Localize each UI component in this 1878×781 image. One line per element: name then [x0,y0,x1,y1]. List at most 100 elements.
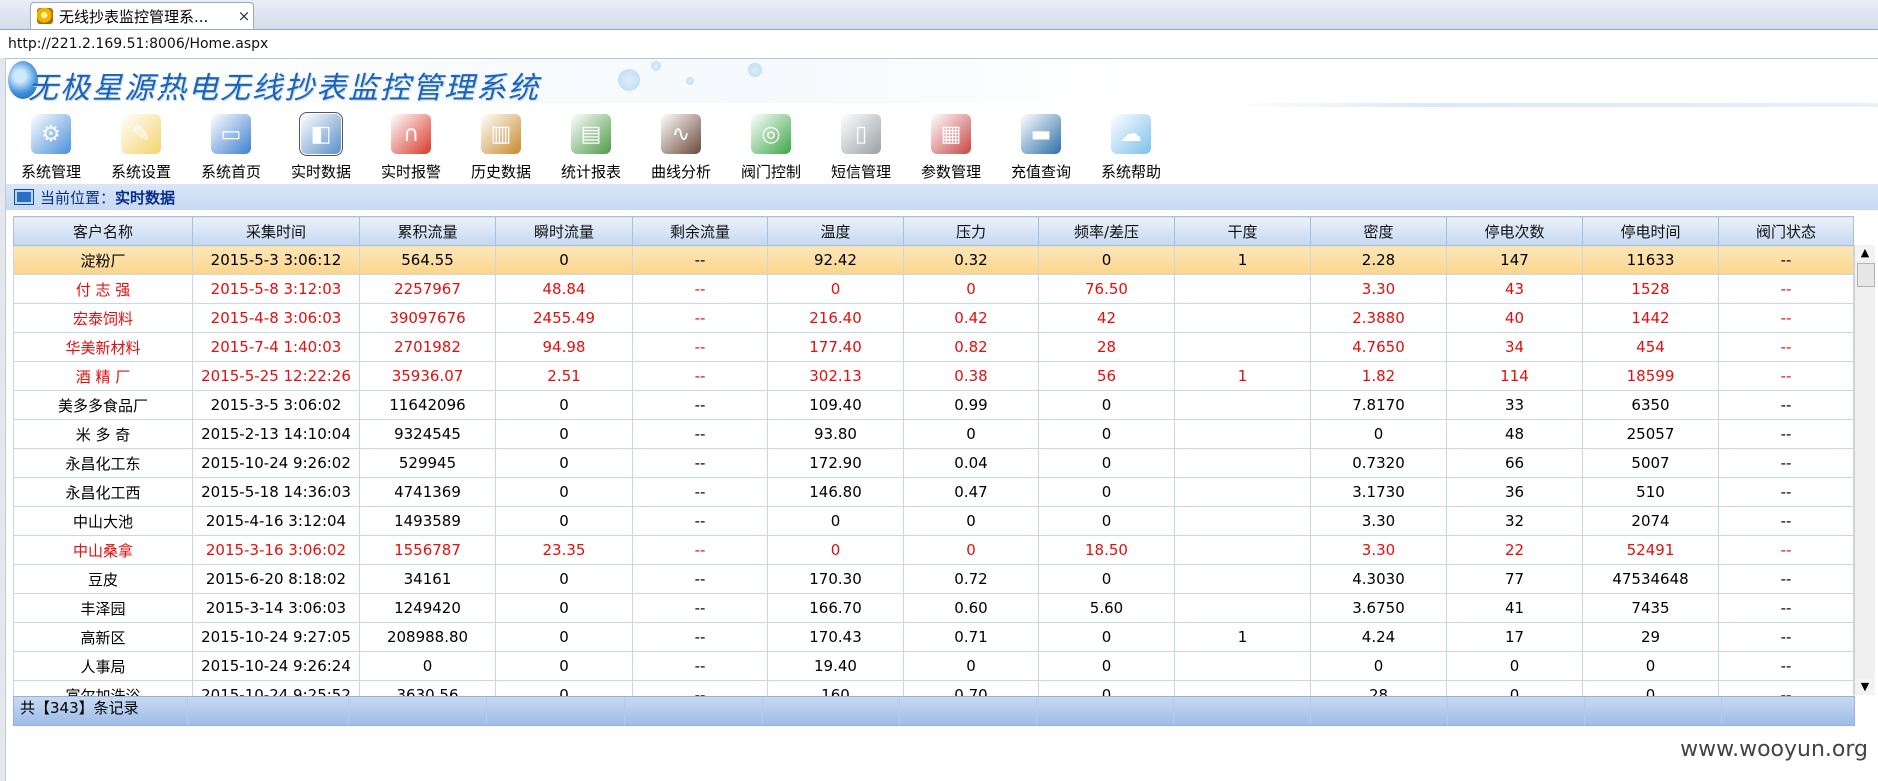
toolbar-button-11[interactable]: ▬ 充值查询 [996,108,1086,184]
table-row[interactable]: 付 志 强 2015-5-8 3:12:03 2257967 48.84 -- 0 0 76.… [13,274,1854,304]
table-row[interactable]: 豆皮 2015-6-20 8:18:02 34161 0 -- 170.30 0.72 0 4.… [13,564,1854,594]
column-header[interactable]: 频率/差压 [1038,216,1175,246]
table-cell: 109.40 [767,390,904,420]
toolbar-button-2[interactable]: ▭ 系统首页 [186,108,276,184]
column-header[interactable]: 阀门状态 [1718,216,1854,246]
toolbar-button-12[interactable]: ☁ 系统帮助 [1086,108,1176,184]
column-header[interactable]: 密度 [1310,216,1447,246]
footer-cell [763,697,900,725]
breadcrumb-label: 当前位置： [40,188,116,207]
table-row[interactable]: 中山桑拿 2015-3-16 3:06:02 1556787 23.35 -- 0 0 18.… [13,535,1854,565]
table-row[interactable]: 高新区 2015-10-24 9:27:05 208988.80 0 -- 170.43 0… [13,622,1854,652]
site-favicon-icon [37,8,53,24]
column-header[interactable]: 停电时间 [1582,216,1719,246]
table-row[interactable]: 人事局 2015-10-24 9:26:24 0 0 -- 19.40 0 0 0 0 0 -- [13,651,1854,681]
table-cell: -- [1718,303,1854,333]
table-cell: -- [1718,477,1854,507]
table-cell: 9324545 [359,419,496,449]
table-row[interactable]: 宏泰饲料 2015-4-8 3:06:03 39097676 2455.49 -- 216… [13,303,1854,333]
table-cell: 146.80 [767,477,904,507]
toolbar-button-0[interactable]: ⚙ 系统管理 [6,108,96,184]
column-header[interactable]: 停电次数 [1446,216,1583,246]
address-bar[interactable]: http://221.2.169.51:8006/Home.aspx [0,30,1878,59]
table-cell: -- [632,506,768,536]
table-cell: 18599 [1582,361,1719,391]
table-cell: 0 [359,651,496,681]
toolbar-button-4[interactable]: ∩ 实时报警 [366,108,456,184]
table-cell: 92.42 [767,245,904,275]
table-cell: 22 [1446,535,1583,565]
url-text[interactable]: http://221.2.169.51:8006/Home.aspx [0,36,268,52]
table-cell [1174,303,1311,333]
toolbar-button-9[interactable]: ▯ 短信管理 [816,108,906,184]
toolbar-label: 曲线分析 [650,163,711,181]
table-row[interactable]: 淀粉厂 2015-5-3 3:06:12 564.55 0 -- 92.42 0.32 0 1 2… [13,245,1854,275]
table-cell [1174,274,1311,304]
table-cell: 米 多 奇 [13,419,193,449]
toolbar-button-1[interactable]: ✎ 系统设置 [96,108,186,184]
toolbar-button-7[interactable]: ∿ 曲线分析 [636,108,726,184]
table-cell: 0 [1038,390,1175,420]
table-cell: 0 [495,448,633,478]
column-header[interactable]: 采集时间 [192,216,360,246]
table-cell: 4.24 [1310,622,1447,652]
vertical-scrollbar[interactable]: ▲ ▼ [1854,245,1875,695]
column-header[interactable]: 瞬时流量 [495,216,633,246]
column-header[interactable]: 累积流量 [359,216,496,246]
toolbar-button-6[interactable]: ▤ 统计报表 [546,108,636,184]
table-cell: 2.28 [1310,245,1447,275]
column-header[interactable]: 干度 [1174,216,1311,246]
column-header[interactable]: 剩余流量 [632,216,768,246]
table-cell: 43 [1446,274,1583,304]
toolbar-label: 参数管理 [920,163,981,181]
table-cell: 淀粉厂 [13,245,193,275]
table-footer: 共【343】条记录 [13,696,1855,726]
toolbar-button-5[interactable]: ▥ 历史数据 [456,108,546,184]
table-cell: 0.04 [903,448,1039,478]
toolbar-label: 实时报警 [380,163,441,181]
toolbar-label: 阀门控制 [740,163,801,181]
table-cell: -- [1718,419,1854,449]
table-cell [1174,506,1311,536]
toolbar-button-8[interactable]: ◎ 阀门控制 [726,108,816,184]
table-cell: -- [632,245,768,275]
toolbar-label: 统计报表 [560,163,621,181]
scroll-thumb[interactable] [1857,263,1875,287]
table-cell: 酒 精 厂 [13,361,193,391]
close-tab-icon[interactable]: × [235,7,253,25]
column-header[interactable]: 压力 [903,216,1039,246]
table-cell: 1556787 [359,535,496,565]
table-row[interactable]: 永昌化工西 2015-5-18 14:36:03 4741369 0 -- 146.80 0… [13,477,1854,507]
browser-tab[interactable]: 无线抄表监控管理系... × [30,2,254,29]
table-cell: 5.60 [1038,593,1175,623]
column-header[interactable]: 温度 [767,216,904,246]
table-cell: 2015-3-16 3:06:02 [192,535,360,565]
table-row[interactable]: 酒 精 厂 2015-5-25 12:22:26 35936.07 2.51 -- 302… [13,361,1854,391]
footer-cell [900,697,1037,725]
app-title: 无极星源热电无线抄表监控管理系统 [28,71,540,106]
toolbar-button-10[interactable]: ▦ 参数管理 [906,108,996,184]
table-row[interactable]: 美多多食品厂 2015-3-5 3:06:02 11642096 0 -- 109.40 0… [13,390,1854,420]
table-row[interactable]: 永昌化工东 2015-10-24 9:26:02 529945 0 -- 172.90 0.… [13,448,1854,478]
toolbar-button-3[interactable]: ◧ 实时数据 [276,108,366,184]
toolbar-label: 短信管理 [830,163,891,181]
table-cell: -- [1718,448,1854,478]
table-cell: 42 [1038,303,1175,333]
table-cell: 19.40 [767,651,904,681]
table-cell: 5007 [1582,448,1719,478]
table-row[interactable]: 米 多 奇 2015-2-13 14:10:04 9324545 0 -- 93.80 0 0… [13,419,1854,449]
table-cell: 0 [1038,448,1175,478]
table-cell: 4.7650 [1310,332,1447,362]
help-bubble-icon: ☁ [1111,114,1151,154]
data-grid: 客户名称 采集时间 累积流量 瞬时流量 剩余流量 温度 压力 频率/差压 干度 密度 停电次数 停电时… [13,216,1876,727]
table-row[interactable]: 丰泽园 2015-3-14 3:06:03 1249420 0 -- 166.70 0.60… [13,593,1854,623]
table-cell: 华美新材料 [13,332,193,362]
table-cell: 0 [1038,245,1175,275]
table-cell [1174,332,1311,362]
table-cell: -- [632,419,768,449]
table-row[interactable]: 华美新材料 2015-7-4 1:40:03 2701982 94.98 -- 177.4… [13,332,1854,362]
column-header[interactable]: 客户名称 [13,216,193,246]
scroll-down-icon[interactable]: ▼ [1855,679,1875,695]
table-row[interactable]: 中山大池 2015-4-16 3:12:04 1493589 0 -- 0 0 0 3.30 32… [13,506,1854,536]
scroll-up-icon[interactable]: ▲ [1855,245,1875,261]
